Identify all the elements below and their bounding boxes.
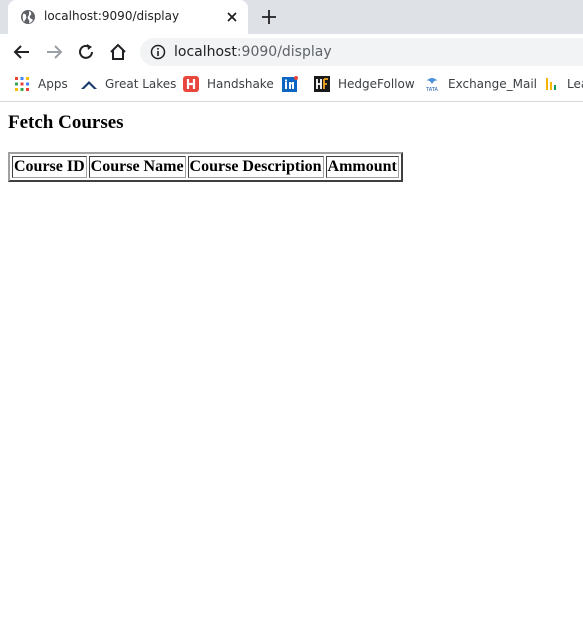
great-lakes-icon — [81, 81, 97, 89]
url-host: localhost — [174, 44, 237, 60]
bookmark-lea[interactable]: Lea — [543, 70, 583, 98]
bookmark-hedgefollow[interactable]: HedgeFollow — [314, 70, 415, 98]
close-icon[interactable] — [224, 9, 240, 25]
bookmark-label: Apps — [38, 77, 68, 91]
browser-toolbar: localhost:9090/display — [0, 34, 583, 70]
linkedin-icon — [282, 76, 298, 92]
bookmarks-bar: Apps Great Lakes Handshake HedgeFollow T… — [0, 70, 583, 102]
info-icon[interactable] — [150, 44, 166, 60]
bar-chart-icon — [546, 78, 556, 90]
svg-text:TATA: TATA — [425, 87, 438, 92]
courses-table: Course ID Course Name Course Description… — [8, 152, 403, 182]
apps-grid-icon — [15, 77, 29, 91]
browser-tab[interactable]: localhost:9090/display — [8, 0, 248, 34]
tab-strip: localhost:9090/display — [0, 0, 583, 34]
url-path: :9090/display — [236, 44, 332, 60]
forward-arrow-icon[interactable] — [44, 42, 64, 62]
hedgefollow-icon — [314, 76, 330, 92]
address-bar[interactable]: localhost:9090/display — [140, 38, 583, 66]
home-icon[interactable] — [108, 42, 128, 62]
globe-icon — [21, 10, 35, 24]
table-header-row: Course ID Course Name Course Description… — [12, 156, 399, 178]
handshake-icon — [183, 76, 199, 92]
bookmark-label: Handshake — [207, 77, 274, 91]
column-header-course-name: Course Name — [88, 156, 186, 178]
page-content: Fetch Courses Course ID Course Name Cour… — [0, 103, 583, 617]
column-header-course-id: Course ID — [12, 156, 87, 178]
bookmark-label: HedgeFollow — [338, 77, 415, 91]
bookmark-label: Exchange_Mail — [448, 77, 538, 91]
bookmark-linkedin[interactable] — [282, 70, 298, 98]
column-header-amount: Ammount — [325, 156, 399, 178]
page-title: Fetch Courses — [8, 112, 124, 133]
bookmark-label: Great Lakes — [105, 77, 177, 91]
back-arrow-icon[interactable] — [12, 42, 32, 62]
column-header-course-description: Course Description — [187, 156, 324, 178]
bookmark-great-lakes[interactable]: Great Lakes — [81, 70, 176, 98]
reload-icon[interactable] — [76, 42, 96, 62]
new-tab-plus-icon[interactable] — [260, 8, 278, 26]
url-text[interactable]: localhost:9090/display — [174, 44, 332, 60]
tata-icon: TATA — [425, 78, 438, 92]
tab-title: localhost:9090/display — [44, 9, 180, 23]
bookmark-label: Lea — [567, 77, 583, 91]
bookmark-handshake[interactable]: Handshake — [183, 70, 274, 98]
bookmark-apps[interactable]: Apps — [14, 70, 68, 98]
bookmark-exchange-mail[interactable]: TATA Exchange_Mail — [424, 70, 537, 98]
